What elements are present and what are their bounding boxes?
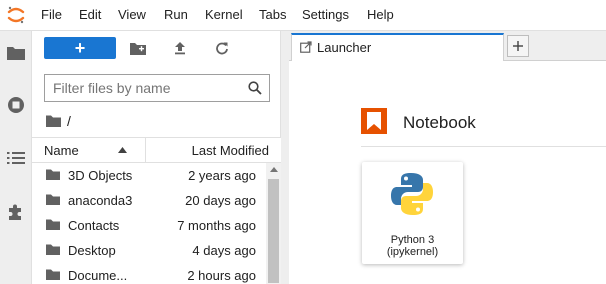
file-name: 3D Objects (68, 168, 133, 183)
plus-icon (513, 41, 523, 51)
python-logo-icon (391, 173, 433, 215)
file-name: Contacts (68, 218, 120, 233)
file-list-header: Name Last Modified (32, 137, 281, 163)
folder-icon (46, 269, 60, 280)
file-row[interactable]: 3D Objects 2 years ago (32, 163, 266, 188)
extension-manager-tab[interactable] (0, 196, 32, 228)
kernel-name: Python 3 (390, 234, 435, 246)
file-modified: 2 years ago (188, 168, 256, 183)
running-sessions-tab[interactable] (0, 89, 32, 121)
launcher-tab-icon (300, 41, 312, 53)
breadcrumb: / (46, 112, 71, 130)
folder-icon (46, 219, 60, 230)
menu-tabs[interactable]: Tabs (259, 7, 286, 22)
file-row[interactable]: Contacts 7 months ago (32, 213, 266, 238)
menu-settings[interactable]: Settings (302, 7, 349, 22)
scroll-up-button[interactable] (266, 167, 281, 177)
launcher-panel: Notebook Python 3 (ipykernel) (289, 61, 606, 284)
new-folder-icon (130, 42, 146, 55)
toc-icon (7, 152, 25, 164)
file-modified: 20 days ago (185, 193, 256, 208)
python3-kernel-card[interactable]: Python 3 (ipykernel) (362, 162, 463, 264)
section-divider (361, 146, 606, 147)
new-folder-button[interactable] (126, 37, 150, 59)
panel-splitter[interactable] (281, 31, 289, 284)
filter-files-input[interactable] (53, 79, 238, 97)
refresh-icon (216, 42, 228, 55)
kernel-subname: (ipykernel) (386, 246, 439, 258)
new-button-label: + (74, 38, 86, 58)
main-tab-bar: Launcher (289, 31, 606, 61)
extension-icon (9, 204, 21, 220)
new-tab-button[interactable] (507, 35, 529, 57)
menu-edit[interactable]: Edit (79, 7, 101, 22)
folder-icon (46, 244, 60, 255)
menu-kernel[interactable]: Kernel (205, 7, 243, 22)
file-row[interactable]: Desktop 4 days ago (32, 238, 266, 263)
column-name-header[interactable]: Name (44, 143, 79, 158)
folder-icon (7, 47, 25, 60)
tab-launcher-label: Launcher (317, 40, 372, 55)
running-icon (8, 97, 24, 113)
search-icon[interactable] (248, 81, 262, 95)
folder-icon (46, 169, 60, 180)
menubar: File Edit View Run Kernel Tabs Settings … (0, 0, 606, 31)
file-modified: 2 hours ago (187, 268, 256, 283)
file-modified: 4 days ago (192, 243, 256, 258)
menu-run[interactable]: Run (164, 7, 188, 22)
file-browser-panel: + / Name (32, 31, 281, 284)
file-row[interactable]: Docume... 2 hours ago (32, 263, 266, 284)
upload-button[interactable] (168, 37, 192, 59)
file-name: anaconda3 (68, 193, 133, 208)
file-row[interactable]: anaconda3 20 days ago (32, 188, 266, 213)
sort-ascending-icon[interactable] (118, 147, 127, 153)
notebook-section-title: Notebook (403, 113, 476, 132)
folder-icon (46, 194, 60, 205)
scrollbar-thumb[interactable] (268, 179, 279, 283)
column-modified-header[interactable]: Last Modified (192, 143, 269, 158)
menu-view[interactable]: View (118, 7, 146, 22)
file-name: Desktop (68, 243, 116, 258)
home-folder-icon[interactable] (46, 115, 61, 127)
breadcrumb-root[interactable]: / (67, 113, 71, 129)
kernel-label: Python 3 (ipykernel) (362, 234, 463, 258)
notebook-section-icon (361, 108, 387, 134)
refresh-button[interactable] (210, 37, 234, 59)
file-name: Docume... (68, 268, 128, 283)
jupyter-logo-icon[interactable] (6, 5, 26, 25)
left-sidebar (0, 31, 32, 284)
file-modified: 7 months ago (177, 218, 256, 233)
scroll-up-arrow-icon (269, 167, 278, 172)
table-of-contents-tab[interactable] (0, 142, 32, 174)
menu-file[interactable]: File (41, 7, 62, 22)
menu-help[interactable]: Help (367, 7, 394, 22)
new-launcher-button[interactable]: + (44, 37, 116, 59)
column-divider[interactable] (145, 138, 146, 162)
file-list-scrollbar[interactable] (266, 163, 281, 284)
upload-icon (175, 42, 185, 55)
tab-launcher[interactable]: Launcher (291, 33, 504, 61)
file-browser-tab[interactable] (0, 37, 32, 69)
filter-box (44, 74, 270, 102)
